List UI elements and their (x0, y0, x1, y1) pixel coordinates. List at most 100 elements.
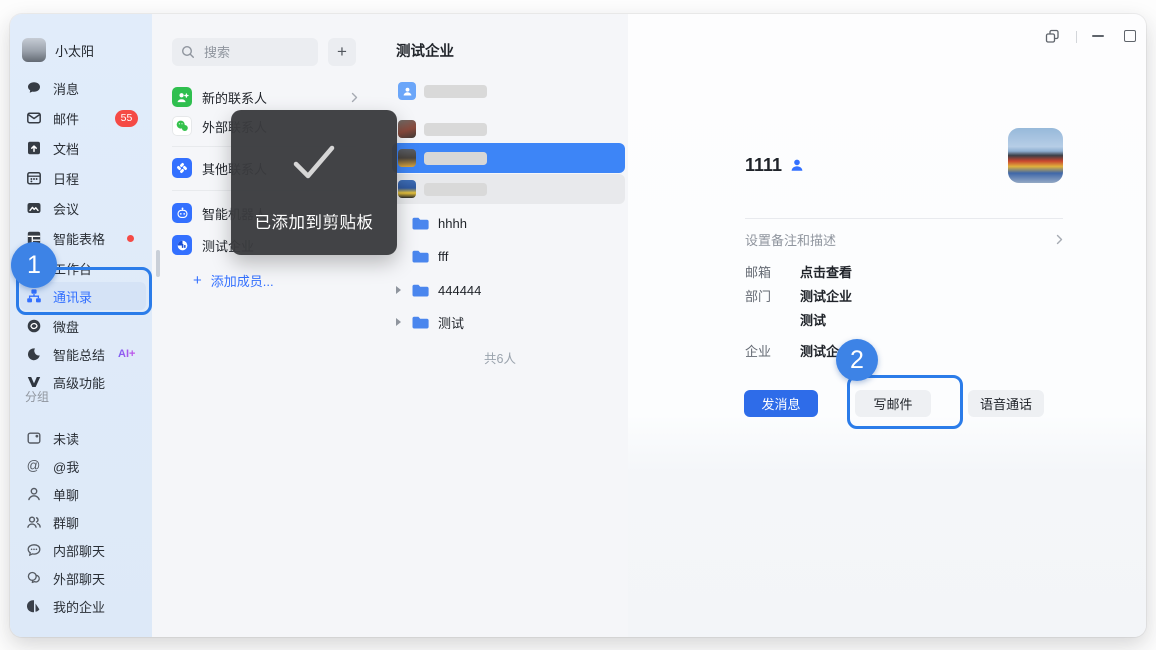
sidebar-group-my-company[interactable]: 我的企业 (20, 592, 146, 620)
sidebar-item-label: 文档 (53, 139, 79, 158)
member-row[interactable] (392, 76, 625, 106)
minimize-button[interactable] (1090, 26, 1106, 46)
member-avatar (398, 149, 416, 167)
folder-label: hhhh (438, 216, 467, 231)
sidebar-item-messages[interactable]: 消息 (20, 74, 146, 102)
toast-message: 已添加到剪贴板 (255, 209, 374, 233)
sidebar-item-label: 外部聊天 (53, 569, 105, 588)
default-avatar-icon (398, 82, 416, 100)
user-profile[interactable]: 小太阳 (22, 38, 94, 62)
panel-resize-handle[interactable] (156, 250, 160, 277)
other-contacts-icon (172, 158, 192, 178)
sidebar-item-label: 会议 (53, 199, 79, 218)
org-panel: 测试企业 hhhh fff 444444 (372, 14, 628, 637)
company-label: 企业 (745, 341, 771, 360)
member-row-selected[interactable] (392, 143, 625, 173)
wechat-icon (172, 116, 192, 136)
sidebar-group-direct-chats[interactable]: 单聊 (20, 480, 146, 508)
mail-icon (25, 110, 42, 127)
sidebar-group-internal-chats[interactable]: 内部聊天 (20, 536, 146, 564)
controls-divider (1076, 31, 1077, 43)
sidebar-item-label: 单聊 (53, 485, 79, 504)
set-note-link[interactable]: 设置备注和描述 (745, 230, 1063, 248)
folder-row-hhhh[interactable]: hhhh (372, 210, 628, 236)
chevron-right-icon (351, 92, 358, 103)
contacts-list-panel: + 新的联系人 外部联系人 其他联系人 智能机器人 测试企业 + 添加成员... (152, 14, 372, 637)
clipboard-toast: 已添加到剪贴板 (231, 110, 397, 255)
sidebar-group-group-chats[interactable]: 群聊 (20, 508, 146, 536)
sidebar-item-label: 邮件 (53, 109, 79, 128)
popout-window-button[interactable] (1043, 26, 1061, 46)
sidebar-item-calendar[interactable]: 日程 (20, 164, 146, 192)
minimize-icon (1092, 35, 1104, 37)
member-avatar (398, 180, 416, 198)
sidebar-group-mentions[interactable]: @ @我 (20, 452, 146, 480)
unread-icon (25, 430, 42, 447)
person-icon (25, 486, 42, 503)
sidebar-item-label: 内部聊天 (53, 541, 105, 560)
folder-icon (411, 314, 430, 330)
sidebar-group-external-chats[interactable]: 外部聊天 (20, 564, 146, 592)
user-avatar (22, 38, 46, 62)
maximize-button[interactable] (1122, 26, 1138, 46)
folder-row-444444[interactable]: 444444 (372, 277, 628, 303)
sidebar-item-mail[interactable]: 邮件 55 (20, 104, 146, 132)
redacted-name (424, 85, 487, 98)
sidebar-item-label: 未读 (53, 429, 79, 448)
email-value[interactable]: 点击查看 (800, 262, 852, 281)
app-window: 小太阳 消息 邮件 55 文档 日程 会议 智能表格 (10, 14, 1146, 637)
company-chart-icon (172, 235, 192, 255)
robot-icon (172, 203, 192, 223)
sidebar-item-docs[interactable]: 文档 (20, 134, 146, 162)
search-box[interactable] (172, 38, 318, 66)
redacted-name (424, 183, 487, 196)
folder-label: 444444 (438, 283, 481, 298)
org-title: 测试企业 (396, 36, 454, 64)
meeting-icon (25, 200, 42, 217)
list-item-new-contacts[interactable]: 新的联系人 (152, 83, 372, 111)
member-row[interactable] (392, 114, 625, 144)
sidebar-item-ai-summary[interactable]: 智能总结 AI+ (20, 340, 146, 368)
search-input[interactable] (202, 44, 306, 61)
sidebar-item-label: @我 (53, 457, 79, 476)
add-contact-button[interactable]: + (328, 38, 356, 66)
sidebar-item-label: 微盘 (53, 317, 79, 336)
sidebar-item-label: 智能总结 (53, 345, 105, 364)
sidebar-item-label: 高级功能 (53, 373, 105, 392)
expand-triangle-icon[interactable] (396, 318, 401, 326)
drive-icon (25, 318, 42, 335)
sidebar-item-label: 智能表格 (53, 229, 105, 248)
sidebar-group-unread[interactable]: 未读 (20, 424, 146, 452)
department-value-2: 测试 (800, 310, 826, 329)
sidebar-item-meetings[interactable]: 会议 (20, 194, 146, 222)
people-icon (25, 514, 42, 531)
list-item-label: 新的联系人 (202, 88, 267, 107)
email-label: 邮箱 (745, 262, 771, 281)
send-message-button[interactable]: 发消息 (744, 390, 818, 417)
contact-avatar[interactable] (1008, 128, 1063, 183)
set-note-label: 设置备注和描述 (745, 230, 836, 249)
member-row[interactable] (392, 174, 625, 204)
folder-label: 测试 (438, 313, 464, 332)
company-icon (25, 598, 42, 615)
folder-label: fff (438, 249, 448, 264)
department-value-1: 测试企业 (800, 286, 852, 305)
expand-triangle-icon[interactable] (396, 286, 401, 294)
sidebar-item-label: 日程 (53, 169, 79, 188)
sidebar-item-label: 我的企业 (53, 597, 105, 616)
sidebar-item-label: 消息 (53, 79, 79, 98)
detail-panel: 1111 设置备注和描述 邮箱 点击查看 部门 测试企业 测试 企业 测试企业 … (628, 14, 1146, 637)
groups-section-label: 分组 (25, 386, 49, 406)
divider (745, 218, 1063, 219)
unread-badge: 55 (115, 110, 138, 127)
add-member-button[interactable]: + 添加成员... (193, 266, 274, 294)
popout-icon (1045, 29, 1060, 44)
search-icon (181, 45, 195, 59)
sidebar-item-drive[interactable]: 微盘 (20, 312, 146, 340)
annotation-rect-step2 (847, 375, 963, 429)
voice-call-button[interactable]: 语音通话 (968, 390, 1044, 417)
folder-row-fff[interactable]: fff (372, 243, 628, 269)
ai-plus-tag: AI+ (118, 348, 135, 360)
overlapping-bubbles-icon (25, 570, 42, 587)
folder-row-test[interactable]: 测试 (372, 309, 628, 335)
